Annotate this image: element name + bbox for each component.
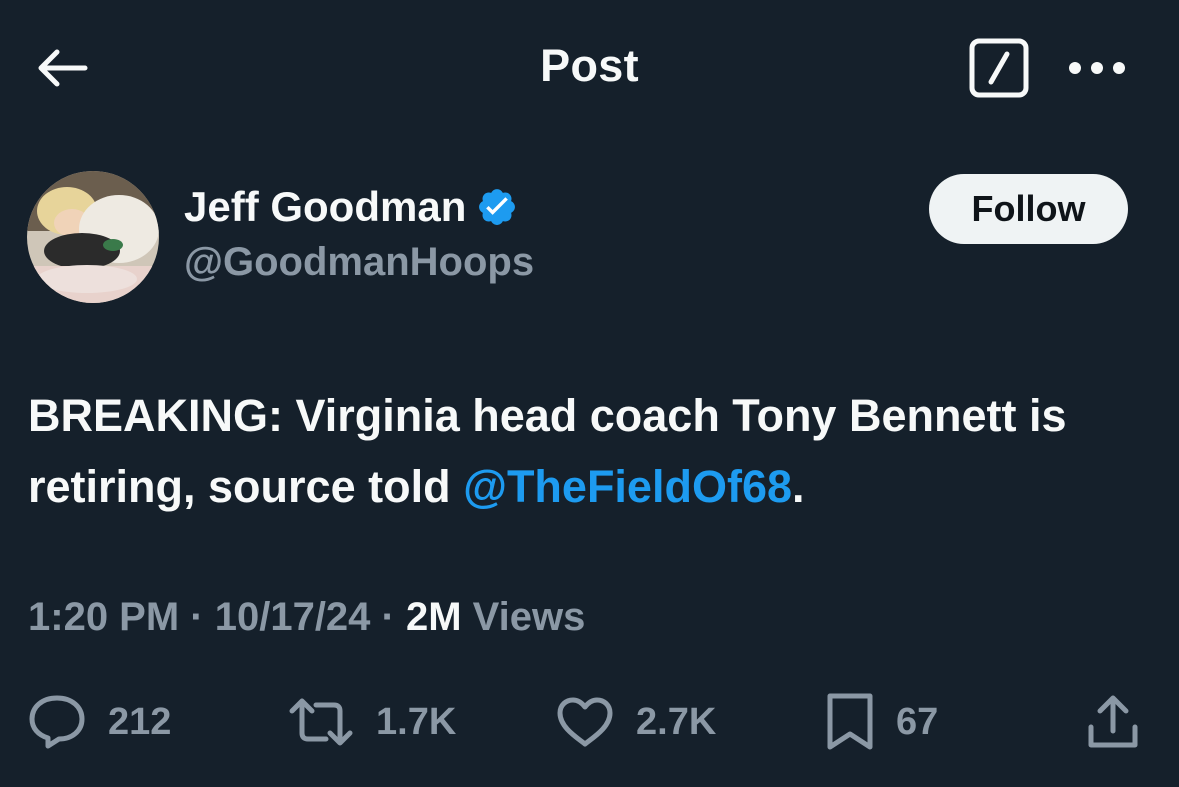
meta-separator: ·: [370, 595, 406, 639]
author-name: Jeff Goodman: [184, 183, 467, 230]
meta-separator: ·: [179, 595, 215, 639]
like-button[interactable]: 2.7K: [556, 690, 716, 754]
share-upload-icon: [1086, 693, 1140, 751]
bookmark-icon: [826, 692, 874, 752]
more-options-button[interactable]: [1062, 40, 1132, 96]
bookmark-button[interactable]: 67: [826, 690, 938, 754]
speech-bubble-icon: [28, 694, 86, 750]
post-date[interactable]: 10/17/24: [215, 595, 371, 639]
avatar[interactable]: [27, 171, 159, 303]
grok-button[interactable]: [966, 36, 1032, 100]
action-bar: 212 1.7K 2.7K 67: [0, 690, 1179, 754]
tweet-text-end: .: [792, 461, 805, 512]
verified-badge-icon: [476, 186, 518, 228]
author-name-link[interactable]: Jeff Goodman: [184, 183, 518, 231]
views-count[interactable]: 2M: [406, 595, 462, 639]
grok-slash-icon: [969, 38, 1029, 98]
top-bar: Post: [0, 0, 1179, 140]
follow-button[interactable]: Follow: [929, 174, 1128, 244]
tweet-text: BREAKING: Virginia head coach Tony Benne…: [28, 380, 1163, 522]
post-meta: 1:20 PM · 10/17/24 · 2M Views: [28, 595, 585, 640]
author-handle[interactable]: @GoodmanHoops: [184, 240, 534, 285]
views-label[interactable]: Views: [462, 595, 586, 639]
reply-count: 212: [108, 700, 172, 743]
avatar-image: [27, 171, 159, 303]
post-detail-page: Post Jeff Goodman @GoodmanHoops Follow B…: [0, 0, 1179, 787]
reply-button[interactable]: 212: [28, 690, 171, 754]
repost-count: 1.7K: [376, 700, 457, 743]
bookmark-count: 67: [896, 700, 939, 743]
post-time[interactable]: 1:20 PM: [28, 595, 179, 639]
repost-button[interactable]: 1.7K: [288, 690, 456, 754]
mention-link[interactable]: @TheFieldOf68: [463, 461, 792, 512]
like-count: 2.7K: [636, 700, 717, 743]
more-horizontal-icon: [1068, 61, 1126, 75]
repost-icon: [288, 697, 354, 747]
heart-icon: [556, 696, 614, 748]
share-button[interactable]: [1086, 690, 1140, 754]
